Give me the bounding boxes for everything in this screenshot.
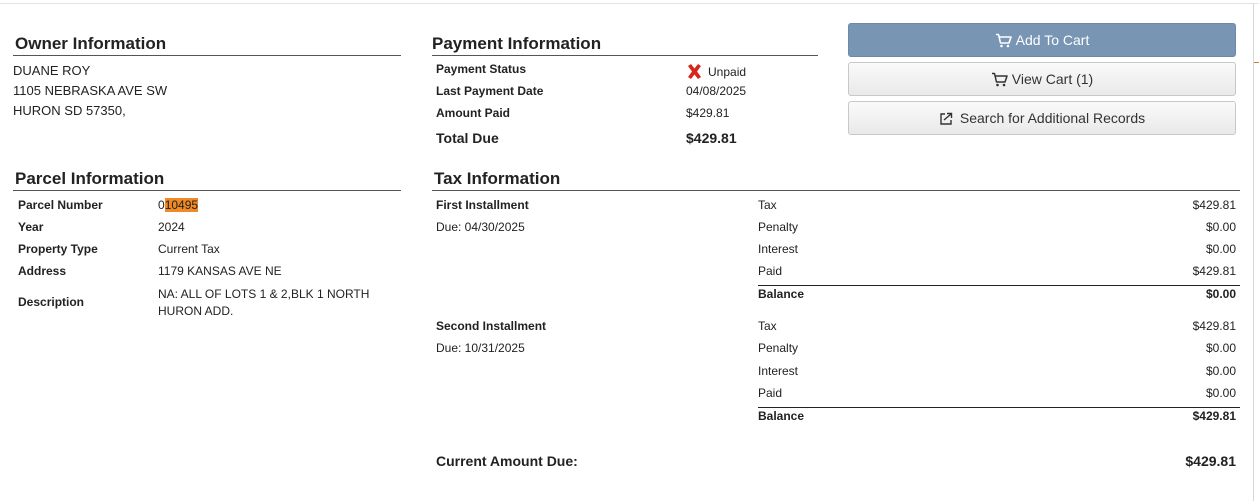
tax-row-label: Interest	[758, 364, 799, 378]
parcel-number-label: Parcel Number	[18, 198, 103, 212]
payment-info-rule	[432, 55, 818, 56]
installment-name: Second Installment	[436, 319, 547, 333]
x-mark-icon	[688, 64, 701, 79]
tax-row-value: $0.00	[1205, 341, 1236, 355]
balance-rule	[758, 285, 1240, 286]
tax-row-value: $0.00	[1205, 242, 1236, 256]
tax-row-value: $0.00	[1205, 364, 1236, 378]
balance-value: $0.00	[1205, 287, 1236, 301]
installment-due: Due: 04/30/2025	[436, 220, 525, 234]
balance-value: $429.81	[1192, 409, 1236, 423]
parcel-number-highlight: 10495	[164, 198, 199, 212]
edge-marker	[1254, 62, 1259, 63]
current-amount-due-value: $429.81	[1185, 453, 1236, 469]
tax-row-value: $429.81	[1192, 198, 1236, 212]
tax-row-label: Tax	[758, 319, 777, 333]
owner-info-title: Owner Information	[15, 34, 167, 53]
tax-row-label: Penalty	[758, 341, 799, 355]
property-type-label: Property Type	[18, 242, 98, 256]
payment-status-label: Payment Status	[436, 62, 527, 76]
tax-row-label: Paid	[758, 264, 783, 278]
top-border	[0, 3, 1259, 4]
address-label: Address	[18, 264, 67, 278]
owner-address-line1: 1105 NEBRASKA AVE SW	[13, 83, 168, 98]
add-to-cart-label: Add To Cart	[1015, 32, 1090, 48]
description-label: Description	[18, 295, 85, 309]
owner-info-rule	[13, 55, 401, 56]
parcel-info-rule	[13, 190, 401, 191]
cart-icon	[995, 33, 1012, 47]
tax-row-label: Interest	[758, 242, 799, 256]
add-to-cart-button[interactable]: Add To Cart	[848, 23, 1236, 57]
description-value: NA: ALL OF LOTS 1 & 2,BLK 1 NORTH HURON …	[158, 287, 370, 318]
property-type-value: Current Tax	[158, 242, 220, 256]
tax-row-value: $429.81	[1192, 264, 1236, 278]
year-value: 2024	[158, 220, 185, 234]
address-value: 1179 KANSAS AVE NE	[158, 264, 282, 278]
tax-row-label: Paid	[758, 386, 783, 400]
amount-paid-value: $429.81	[686, 106, 730, 120]
tax-row-label: Penalty	[758, 220, 799, 234]
tax-row-value: $0.00	[1205, 220, 1236, 234]
search-additional-records-button[interactable]: Search for Additional Records	[848, 101, 1236, 135]
balance-label: Balance	[758, 287, 805, 301]
last-payment-label: Last Payment Date	[436, 84, 544, 98]
tax-row-value: $0.00	[1205, 386, 1236, 400]
parcel-number-value: 010495	[158, 198, 199, 213]
payment-info-title: Payment Information	[432, 34, 602, 53]
total-due-label: Total Due	[436, 130, 499, 146]
view-cart-button[interactable]: View Cart (1)	[848, 62, 1236, 96]
installment-name: First Installment	[436, 198, 529, 212]
balance-label: Balance	[758, 409, 805, 423]
parcel-number-prefix: 0	[158, 198, 165, 212]
current-amount-due-label: Current Amount Due:	[436, 453, 578, 469]
total-due-value: $429.81	[686, 130, 737, 146]
share-search-icon	[940, 112, 953, 125]
parcel-info-title: Parcel Information	[15, 169, 165, 188]
installment-due: Due: 10/31/2025	[436, 341, 525, 355]
last-payment-value: 04/08/2025	[686, 84, 747, 98]
owner-name: DUANE ROY	[13, 63, 91, 78]
tax-row-label: Tax	[758, 198, 777, 212]
search-additional-records-label: Search for Additional Records	[959, 110, 1146, 126]
right-border	[1253, 3, 1254, 501]
cart-icon	[991, 72, 1008, 86]
year-label: Year	[18, 220, 44, 234]
amount-paid-label: Amount Paid	[436, 106, 510, 120]
payment-status-value: Unpaid	[708, 65, 747, 79]
balance-rule	[758, 407, 1240, 408]
view-cart-label: View Cart (1)	[1011, 71, 1094, 87]
owner-address-line2: HURON SD 57350,	[13, 103, 126, 118]
tax-info-rule	[432, 190, 1240, 191]
tax-row-value: $429.81	[1192, 319, 1236, 333]
tax-info-title: Tax Information	[434, 169, 561, 188]
